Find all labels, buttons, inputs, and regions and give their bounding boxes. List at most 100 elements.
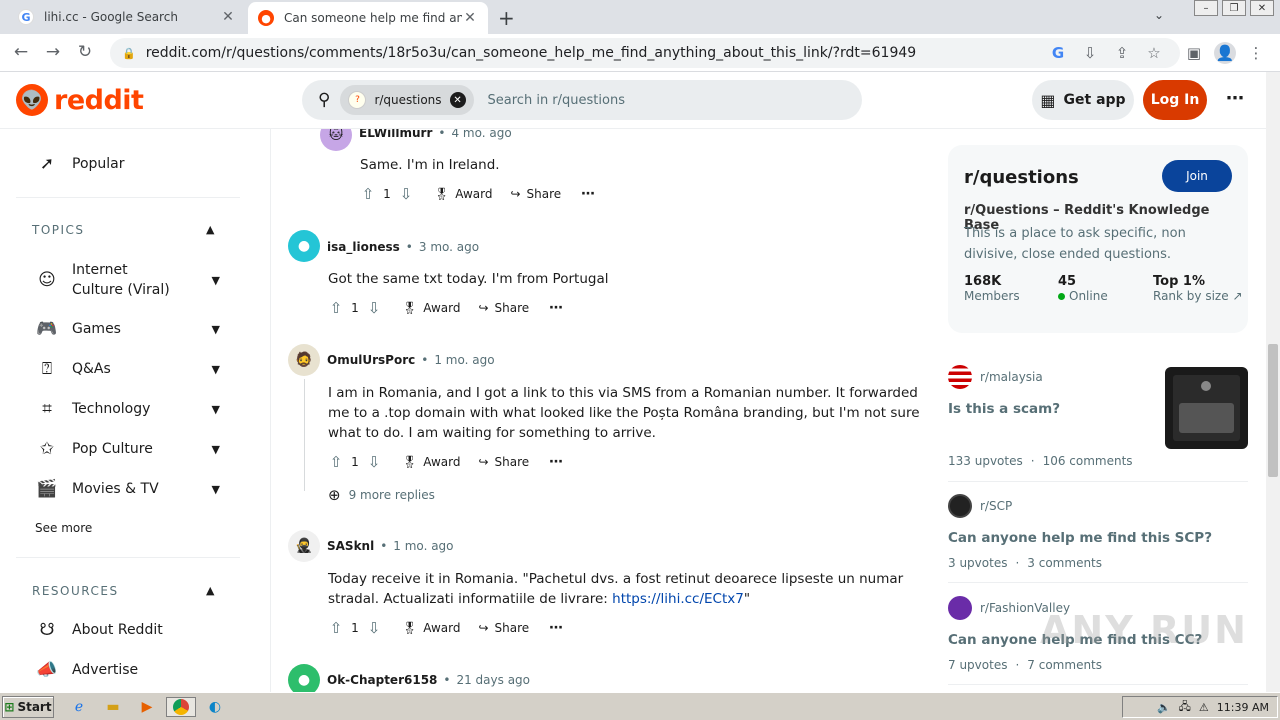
related-post-title[interactable]: Can anyone help me find this SCP?: [948, 530, 1248, 546]
share-button[interactable]: ↪ Share: [510, 187, 561, 201]
tab-reddit[interactable]: ● Can someone help me find anything ✕: [248, 2, 488, 34]
edge-icon[interactable]: ◐: [204, 697, 226, 717]
comment-timestamp[interactable]: 21 days ago: [456, 673, 530, 687]
upvote-icon[interactable]: ⇧: [358, 185, 378, 203]
side-panel-icon[interactable]: ▣: [1184, 44, 1204, 62]
media-player-icon[interactable]: ▶: [136, 697, 158, 717]
award-button[interactable]: 🎖 Award: [402, 455, 460, 469]
bookmark-star-icon[interactable]: ☆: [1144, 44, 1164, 62]
install-icon[interactable]: ⇩: [1080, 44, 1100, 62]
share-page-icon[interactable]: ⇪: [1112, 44, 1132, 62]
resource-about-reddit[interactable]: ☋ About Reddit: [16, 610, 240, 650]
related-post-subreddit[interactable]: r/SCP: [948, 494, 1248, 518]
comment-timestamp[interactable]: 1 mo. ago: [393, 539, 453, 553]
close-tab-icon[interactable]: ✕: [462, 10, 478, 26]
nav-popular[interactable]: ➚ Popular: [16, 144, 240, 184]
comment-username[interactable]: ELWillmurr: [359, 129, 432, 140]
scrollbar-thumb[interactable]: [1268, 344, 1278, 477]
rank-stat[interactable]: Top 1% Rank by size ↗: [1153, 274, 1243, 303]
related-post[interactable]: r/SCP Can anyone help me find this SCP? …: [948, 494, 1248, 574]
related-post[interactable]: r/malaysia Is this a scam? 133 upvotes · 1…: [948, 365, 1248, 468]
browser-menu-icon[interactable]: ⋮: [1246, 44, 1266, 62]
start-button[interactable]: ⊞ Start: [2, 696, 54, 718]
back-icon[interactable]: ←: [10, 42, 32, 62]
comment-timestamp[interactable]: 3 mo. ago: [419, 240, 479, 254]
topic-internet-culture[interactable]: ☺ Internet Culture (Viral) ▼: [16, 259, 240, 301]
chrome-taskbar-icon[interactable]: [166, 697, 196, 717]
award-button[interactable]: 🎖 Award: [434, 187, 492, 201]
tab-search-icon[interactable]: ⌄: [1154, 8, 1164, 22]
clock[interactable]: 11:39 AM: [1217, 701, 1269, 714]
more-actions-icon[interactable]: ⋯: [581, 186, 595, 202]
share-button[interactable]: ↪ Share: [478, 621, 529, 635]
comment-timestamp[interactable]: 1 mo. ago: [434, 353, 494, 367]
comment-username[interactable]: Ok-Chapter6158: [327, 673, 437, 687]
share-button[interactable]: ↪ Share: [478, 455, 529, 469]
award-button[interactable]: 🎖 Award: [402, 621, 460, 635]
topics-heading[interactable]: TOPICS: [32, 223, 85, 237]
tab-google-search[interactable]: G lihi.cc - Google Search ✕: [8, 0, 246, 34]
avatar[interactable]: 🐱: [320, 129, 352, 151]
new-tab-icon[interactable]: +: [498, 6, 515, 30]
more-actions-icon[interactable]: ⋯: [549, 300, 563, 316]
subreddit-name[interactable]: r/questions: [964, 167, 1079, 188]
join-button[interactable]: Join: [1162, 160, 1232, 192]
folder-icon[interactable]: ▬: [102, 697, 124, 717]
topic-pop-culture[interactable]: ✩ Pop Culture ▼: [16, 429, 240, 469]
share-button[interactable]: ↪ Share: [478, 301, 529, 315]
search-bar[interactable]: ⚲ ? r/questions ✕ Search in r/questions: [302, 80, 862, 120]
comment-timestamp[interactable]: 4 mo. ago: [451, 129, 511, 140]
topic-qas[interactable]: ⍰ Q&As ▼: [16, 349, 240, 389]
chevron-up-icon[interactable]: ▲: [206, 223, 214, 236]
share-icon: ↪: [478, 301, 489, 315]
upvote-icon[interactable]: ⇧: [326, 453, 346, 471]
downvote-icon[interactable]: ⇩: [396, 185, 416, 203]
topic-movies-tv[interactable]: 🎬 Movies & TV ▼: [16, 469, 240, 509]
downvote-icon[interactable]: ⇩: [364, 299, 384, 317]
thread-line[interactable]: [304, 379, 305, 491]
reload-icon[interactable]: ↻: [74, 42, 96, 62]
volume-icon[interactable]: 🔈: [1157, 701, 1171, 714]
avatar[interactable]: 🥷: [288, 530, 320, 562]
avatar[interactable]: ●: [288, 664, 320, 692]
more-options-icon[interactable]: ⋯: [1226, 88, 1244, 109]
resource-advertise[interactable]: 📣 Advertise: [16, 650, 240, 690]
close-tab-icon[interactable]: ✕: [220, 9, 236, 25]
google-lens-icon[interactable]: G: [1048, 44, 1068, 62]
address-bar[interactable]: 🔒 reddit.com/r/questions/comments/18r5o3…: [110, 38, 1180, 68]
chevron-up-icon[interactable]: ▲: [206, 584, 214, 597]
more-actions-icon[interactable]: ⋯: [549, 454, 563, 470]
login-button[interactable]: Log In: [1143, 80, 1207, 120]
more-actions-icon[interactable]: ⋯: [549, 620, 563, 636]
comment-username[interactable]: SASknl: [327, 539, 374, 553]
comment-username[interactable]: OmulUrsPorc: [327, 353, 415, 367]
ie-icon[interactable]: ℯ: [68, 697, 90, 717]
security-icon[interactable]: ⚠: [1199, 701, 1209, 714]
comment-username[interactable]: isa_lioness: [327, 240, 400, 254]
downvote-icon[interactable]: ⇩: [364, 619, 384, 637]
avatar[interactable]: ●: [288, 230, 320, 262]
upvote-icon[interactable]: ⇧: [326, 619, 346, 637]
maximize-icon[interactable]: ❐: [1222, 0, 1246, 16]
topic-technology[interactable]: ⌗ Technology ▼: [16, 389, 240, 429]
award-button[interactable]: 🎖 Award: [402, 301, 460, 315]
search-input[interactable]: Search in r/questions: [488, 93, 625, 108]
get-app-button[interactable]: ▦ Get app: [1032, 80, 1134, 120]
clear-scope-icon[interactable]: ✕: [449, 92, 466, 108]
forward-icon[interactable]: →: [42, 42, 64, 62]
profile-icon[interactable]: 👤: [1214, 42, 1236, 64]
network-icon[interactable]: 🖧: [1179, 698, 1191, 717]
see-more-link[interactable]: See more: [35, 521, 92, 535]
close-window-icon[interactable]: ✕: [1250, 0, 1274, 16]
resources-heading[interactable]: RESOURCES: [32, 584, 119, 598]
avatar[interactable]: 🧔: [288, 344, 320, 376]
comment-link[interactable]: https://lihi.cc/ECtx7: [612, 591, 744, 607]
post-thumbnail[interactable]: [1165, 367, 1248, 449]
reddit-logo[interactable]: 👽 reddit: [16, 84, 144, 116]
search-scope-chip[interactable]: ? r/questions ✕: [340, 85, 474, 115]
more-replies-button[interactable]: ⊕ 9 more replies: [328, 486, 435, 504]
minimize-icon[interactable]: –: [1194, 0, 1218, 16]
topic-games[interactable]: 🎮 Games ▼: [16, 309, 240, 349]
downvote-icon[interactable]: ⇩: [364, 453, 384, 471]
upvote-icon[interactable]: ⇧: [326, 299, 346, 317]
